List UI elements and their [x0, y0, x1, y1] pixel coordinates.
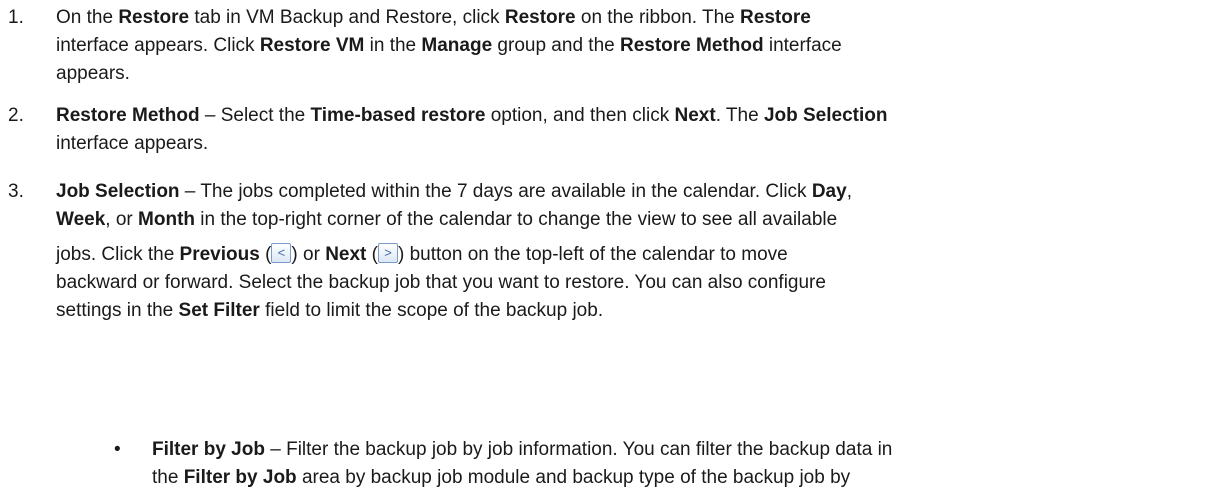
- text-line: Week, or Month in the top-right corner o…: [56, 206, 1186, 234]
- text-segment: – The jobs completed within the 7 days a…: [179, 181, 812, 202]
- text-segment: area by backup job module and backup typ…: [296, 467, 851, 488]
- bold-term: Next: [325, 244, 367, 265]
- step-number: 1.: [8, 7, 24, 28]
- text-segment: On the: [56, 7, 119, 28]
- bold-term: Restore: [118, 7, 190, 28]
- text-line: interface appears.: [56, 130, 1186, 158]
- text-line: Job Selection – The jobs completed withi…: [56, 178, 1186, 206]
- bold-term: Restore Method: [56, 105, 200, 126]
- bold-term: Job Selection: [763, 105, 888, 126]
- text-segment: on the ribbon. The: [575, 7, 741, 28]
- bold-term: Month: [138, 209, 196, 230]
- step-text: Job Selection – The jobs completed withi…: [56, 178, 1186, 325]
- text-segment: the: [152, 467, 184, 488]
- bullet-marker: •: [114, 439, 121, 460]
- step-number: 3.: [8, 181, 24, 202]
- previous-button-icon: <: [271, 242, 292, 263]
- text-segment: – Select the: [199, 105, 311, 126]
- text-line: Filter by Job – Filter the backup job by…: [152, 436, 1192, 464]
- step-number: 2.: [8, 105, 24, 126]
- bold-term: Manage: [421, 35, 493, 56]
- bold-term: Previous: [179, 244, 260, 265]
- text-line: interface appears. Click Restore VM in t…: [56, 32, 1186, 60]
- bold-term: Restore: [740, 7, 811, 28]
- text-segment: in the top-right corner of the calendar …: [195, 209, 838, 230]
- text-segment: ) button on the top-left of the calendar…: [398, 244, 788, 265]
- text-segment: tab in VM Backup and Restore, click: [189, 7, 505, 28]
- text-line: appears.: [56, 60, 1186, 88]
- text-segment: ,: [846, 181, 852, 202]
- text-line: Restore Method – Select the Time-based r…: [56, 102, 1186, 130]
- text-segment: (: [259, 244, 272, 265]
- text-segment: in the: [364, 35, 422, 56]
- bold-term: Restore VM: [259, 35, 365, 56]
- bold-term: Restore Method: [619, 35, 764, 56]
- text-segment: – Filter the backup job by job informati…: [264, 439, 893, 460]
- document-page: 1. On the Restore tab in VM Backup and R…: [0, 0, 1207, 502]
- text-segment: interface: [763, 35, 842, 56]
- text-line: backward or forward. Select the backup j…: [56, 269, 1186, 297]
- step-text: Restore Method – Select the Time-based r…: [56, 102, 1186, 158]
- step-text: On the Restore tab in VM Backup and Rest…: [56, 4, 1186, 88]
- text-segment: ) or: [291, 244, 326, 265]
- text-segment: . The: [715, 105, 764, 126]
- text-segment: jobs. Click the: [56, 244, 180, 265]
- text-segment: field to limit the scope of the backup j…: [259, 300, 604, 321]
- bold-term: Filter by Job: [152, 439, 265, 460]
- text-segment: , or: [105, 209, 139, 230]
- bold-term: Week: [56, 209, 106, 230]
- text-line: On the Restore tab in VM Backup and Rest…: [56, 4, 1186, 32]
- text-segment: (: [366, 244, 378, 265]
- text-segment: appears.: [56, 63, 130, 84]
- bold-term: Filter by Job: [183, 467, 297, 488]
- text-segment: interface appears.: [56, 133, 209, 154]
- bold-term: Restore: [504, 7, 576, 28]
- text-segment: settings in the: [56, 300, 179, 321]
- filter-by-job-bullet: • Filter by Job – Filter the backup job …: [114, 436, 1192, 492]
- bold-term: Next: [674, 105, 716, 126]
- text-line: the Filter by Job area by backup job mod…: [152, 464, 1192, 492]
- text-segment: group and the: [492, 35, 620, 56]
- bold-term: Time-based restore: [310, 105, 486, 126]
- text-segment: option, and then click: [485, 105, 675, 126]
- next-button-icon: >: [378, 242, 398, 263]
- text-segment: interface appears. Click: [56, 35, 260, 56]
- text-segment: backward or forward. Select the backup j…: [56, 272, 826, 293]
- bold-term: Day: [811, 181, 847, 202]
- text-line: jobs. Click the Previous (<) or Next (>)…: [56, 241, 1186, 269]
- text-line: settings in the Set Filter field to limi…: [56, 297, 1186, 325]
- bold-term: Job Selection: [56, 181, 180, 202]
- bold-term: Set Filter: [178, 300, 260, 321]
